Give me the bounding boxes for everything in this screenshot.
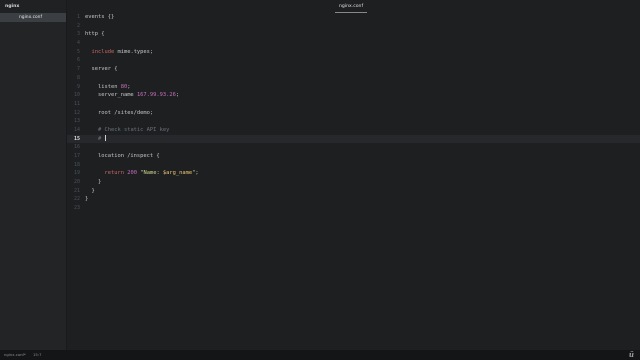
sidebar-file-nginx-conf[interactable]: nginx.conf <box>0 13 66 22</box>
code-text[interactable]: } <box>85 195 88 204</box>
line-number: 1 <box>76 14 80 20</box>
line-number: 22 <box>73 196 80 203</box>
code-text[interactable]: # Check static API key <box>85 126 169 135</box>
text-cursor <box>105 135 107 142</box>
token-t: server_name <box>85 92 137 99</box>
token-t: events {} <box>85 14 115 20</box>
token-str: "Name: <box>140 170 163 177</box>
code-text[interactable]: # <box>85 135 107 144</box>
token-num: 167.99.93.26 <box>136 92 176 99</box>
code-line[interactable]: 23 <box>67 204 640 213</box>
code-line[interactable]: 7 server { <box>67 65 640 74</box>
token-t: ; <box>195 170 199 177</box>
code-text[interactable]: } <box>85 187 95 196</box>
code-line[interactable]: 15 # <box>67 134 640 144</box>
token-var: $arg_name <box>162 170 193 177</box>
token-t: location /inspect { <box>85 153 160 159</box>
code-line[interactable]: 21 } <box>67 187 640 196</box>
token-t: server { <box>85 66 118 73</box>
status-file-name: nginx.conf* <box>4 352 26 357</box>
token-t <box>85 127 98 133</box>
status-cursor-position: 15:7 <box>33 352 42 357</box>
line-number: 12 <box>73 109 80 116</box>
token-t: root /sites/demo; <box>85 109 154 116</box>
code-line[interactable]: 8 <box>67 74 640 83</box>
code-line[interactable]: 9 listen 80; <box>67 83 640 92</box>
code-text[interactable]: location /inspect { <box>85 152 160 161</box>
code-line[interactable]: 2 <box>67 22 640 31</box>
line-number: 10 <box>73 92 80 99</box>
code-text[interactable]: root /sites/demo; <box>85 109 153 118</box>
token-t <box>85 170 104 176</box>
code-line[interactable]: 22} <box>67 195 640 204</box>
line-number: 5 <box>76 48 80 55</box>
code-line[interactable]: 6 <box>67 56 640 65</box>
line-number: 11 <box>73 100 80 107</box>
code-line[interactable]: 1 events {} <box>67 13 640 22</box>
line-number: 9 <box>76 83 80 90</box>
line-number: 3 <box>76 31 80 38</box>
token-t: listen <box>85 83 121 90</box>
line-number: 2 <box>76 22 80 29</box>
code-text[interactable]: server_name 167.99.93.26; <box>85 91 179 100</box>
code-line[interactable]: 20 } <box>67 178 640 187</box>
line-number: 18 <box>73 161 80 168</box>
token-t: ; <box>175 92 180 99</box>
udemy-logo: ü <box>628 350 634 359</box>
line-number: 23 <box>73 205 80 212</box>
token-kw: include <box>91 48 115 55</box>
code-line[interactable]: 17 location /inspect { <box>67 152 640 161</box>
token-t: } <box>85 187 95 194</box>
token-t: } <box>85 179 102 186</box>
code-line[interactable]: 14 # Check static API key <box>67 126 640 135</box>
line-number: 13 <box>73 118 80 125</box>
code-text[interactable]: http { <box>85 30 104 39</box>
line-number: 7 <box>76 66 80 73</box>
line-number: 8 <box>76 74 80 81</box>
token-num: 200 <box>127 170 137 177</box>
line-number: 17 <box>73 153 80 159</box>
code-text[interactable]: server { <box>85 65 117 74</box>
code-line[interactable]: 5 include mime.types; <box>67 48 640 57</box>
line-number: 15 <box>73 135 80 142</box>
editor-pane: nginx.conf 1 events {} 2 3 http {4 5 include … <box>67 0 640 350</box>
token-t: http { <box>85 31 105 38</box>
watermark-logo: ü <box>626 350 634 359</box>
tab-bar: nginx.conf <box>67 0 640 13</box>
sidebar-folder-name[interactable]: nginx <box>0 0 66 13</box>
code-line[interactable]: 3 http { <box>67 30 640 39</box>
token-cmt: # Check static API key <box>97 126 170 133</box>
token-kw: return <box>104 170 124 177</box>
line-number: 6 <box>76 57 80 64</box>
token-t: ; <box>127 83 131 90</box>
token-t: } <box>85 196 89 203</box>
code-line[interactable]: 18 <box>67 161 640 170</box>
code-line[interactable]: 4 <box>67 39 640 48</box>
code-text[interactable]: listen 80; <box>85 83 130 92</box>
token-t: mime.types; <box>114 48 154 55</box>
sidebar: nginx nginx.conf <box>0 0 67 350</box>
code-area[interactable]: 1 events {} 2 3 http {4 5 include mime.types;… <box>67 13 640 213</box>
token-t <box>85 136 98 142</box>
code-line[interactable]: 10 server_name 167.99.93.26; <box>67 91 640 100</box>
code-line[interactable]: 11 <box>67 100 640 109</box>
code-text[interactable]: include mime.types; <box>85 48 154 57</box>
line-number: 20 <box>73 179 80 186</box>
code-text[interactable]: } <box>85 178 101 187</box>
tab-nginx-conf[interactable]: nginx.conf <box>335 1 368 13</box>
line-number: 21 <box>73 187 80 194</box>
code-line[interactable]: 16 <box>67 143 640 152</box>
line-number: 19 <box>73 170 80 177</box>
code-text[interactable]: return 200 "Name: $arg_name"; <box>85 169 199 178</box>
code-text[interactable]: events {} <box>85 13 114 22</box>
code-line[interactable]: 12 root /sites/demo; <box>67 109 640 118</box>
status-bar: nginx.conf* 15:7 <box>0 350 640 360</box>
line-number: 4 <box>76 40 80 47</box>
code-line[interactable]: 19 return 200 "Name: $arg_name"; <box>67 169 640 178</box>
token-cmt: # <box>97 135 105 142</box>
line-number: 16 <box>73 144 80 151</box>
code-line[interactable]: 13 <box>67 117 640 126</box>
line-number: 14 <box>73 126 80 133</box>
